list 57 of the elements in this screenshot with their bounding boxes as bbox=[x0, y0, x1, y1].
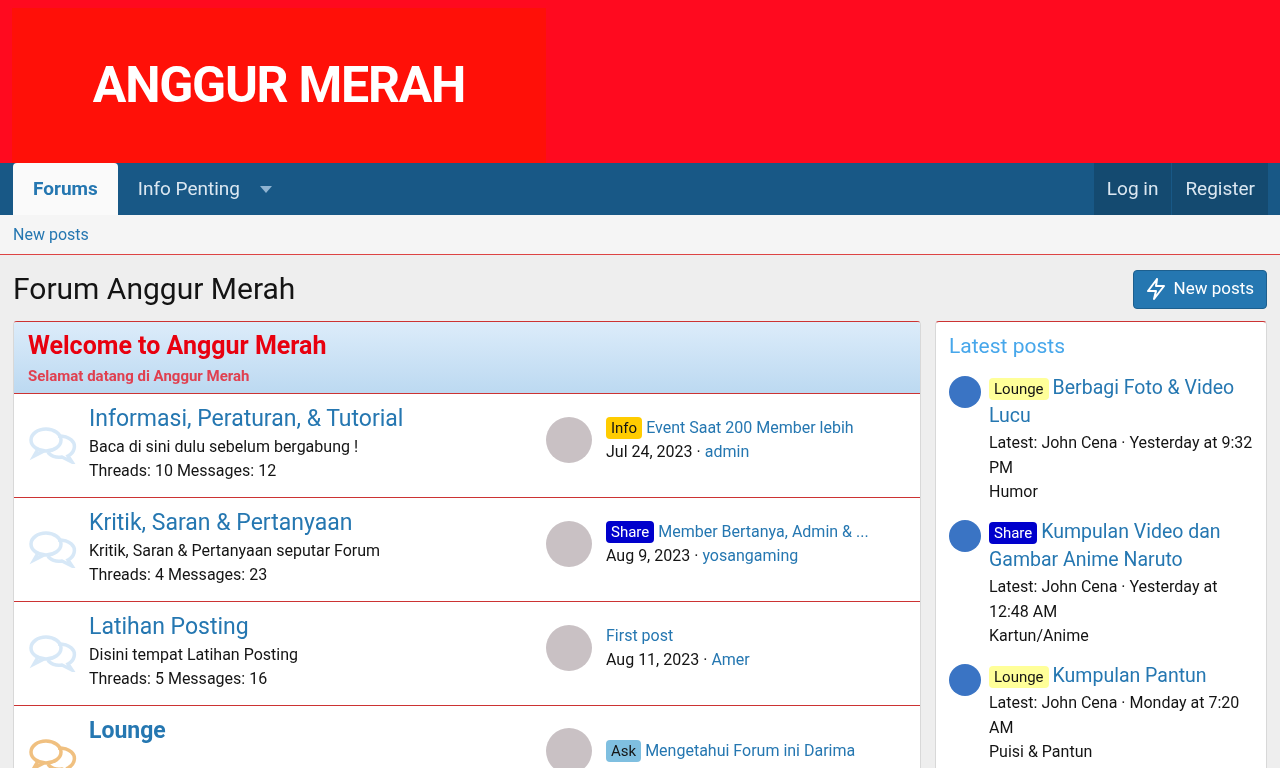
new-posts-link[interactable]: New posts bbox=[13, 222, 89, 247]
post-meta: Latest: John Cena · Yesterday at 12:48 AM bbox=[989, 576, 1219, 623]
latest-posts-title[interactable]: Latest posts bbox=[949, 332, 1253, 360]
new-posts-button[interactable]: New posts bbox=[1132, 269, 1267, 309]
thread-link[interactable]: Event Saat 200 Member lebih bbox=[646, 418, 854, 437]
forum-description: Kritik, Saran & Pertanyaan seputar Forum bbox=[89, 540, 382, 562]
prefix-tag: Ask bbox=[606, 740, 642, 762]
prefix-tag: Info bbox=[606, 417, 643, 439]
user-link[interactable]: yosangaming bbox=[702, 546, 799, 565]
forum-name[interactable]: Puisi & Pantun bbox=[989, 740, 1253, 764]
forum-stats: Threads: 10 Messages: 12 bbox=[89, 460, 278, 482]
prefix-tag: Lounge bbox=[989, 666, 1049, 688]
forum-description: Disini tempat Latihan Posting bbox=[89, 644, 299, 666]
nav-tab[interactable]: Info Penting bbox=[117, 163, 293, 215]
forum-title[interactable]: Kritik, Saran & Pertanyaan bbox=[89, 508, 546, 538]
chat-bubbles-icon bbox=[28, 632, 78, 672]
separator-dot: · bbox=[703, 650, 708, 669]
thread-link[interactable]: First post bbox=[606, 626, 674, 645]
separator-dot: · bbox=[694, 546, 699, 565]
login-link[interactable]: Log in bbox=[1092, 163, 1172, 215]
prefix-tag: Share bbox=[989, 522, 1038, 544]
separator-dot: · bbox=[696, 442, 701, 461]
post-meta: Latest: John Cena · Monday at 7:20 AM bbox=[989, 692, 1241, 739]
avatar-image[interactable] bbox=[949, 520, 981, 552]
category-title[interactable]: Welcome to Anggur Merah bbox=[28, 330, 906, 362]
post-date: Aug 11, 2023 bbox=[606, 650, 700, 669]
prefix-tag: Share bbox=[606, 521, 655, 543]
chat-bubbles-icon bbox=[28, 424, 78, 464]
unread-chat-bubbles-icon bbox=[28, 736, 78, 768]
logo[interactable]: ANGGUR MERAH bbox=[12, 8, 546, 163]
forum-stats: Threads: 5 Messages: 16 bbox=[89, 668, 269, 690]
post-meta: Latest: John Cena · Yesterday at 9:32 PM bbox=[989, 432, 1253, 479]
post-date: Jul 24, 2023 bbox=[606, 442, 693, 461]
thread-link[interactable]: Share Kumpulan Video dan Gambar Anime Naruto bbox=[989, 518, 1253, 574]
nav-tab[interactable]: Forums bbox=[13, 163, 118, 215]
lightning-icon bbox=[1145, 278, 1166, 300]
forum-title[interactable]: Informasi, Peraturan, & Tutorial bbox=[89, 404, 546, 434]
forum-title[interactable]: Latihan Posting bbox=[89, 612, 546, 642]
forum-name[interactable]: Humor bbox=[989, 480, 1253, 504]
thread-link[interactable]: Mengetahui Forum ini Darima bbox=[645, 741, 856, 760]
user-link[interactable]: admin bbox=[704, 442, 750, 461]
thread-link[interactable]: Member Bertanya, Admin & ... bbox=[658, 522, 869, 541]
forum-title[interactable]: Lounge bbox=[89, 716, 546, 746]
thread-link[interactable]: Lounge Kumpulan Pantun bbox=[989, 662, 1253, 690]
chat-bubbles-icon bbox=[28, 528, 78, 568]
forum-description: Baca di sini dulu sebelum bergabung ! bbox=[89, 436, 360, 458]
avatar-image[interactable] bbox=[949, 664, 981, 696]
user-link[interactable]: Amer bbox=[711, 650, 750, 669]
forum-name[interactable]: Kartun/Anime bbox=[989, 624, 1253, 648]
page-title: Forum Anggur Merah bbox=[13, 270, 296, 308]
thread-link[interactable]: Lounge Berbagi Foto & Video Lucu bbox=[989, 374, 1253, 430]
category-subtitle: Selamat datang di Anggur Merah bbox=[28, 366, 251, 387]
forum-stats: Threads: 4 Messages: 23 bbox=[89, 564, 269, 586]
prefix-tag: Lounge bbox=[989, 378, 1049, 400]
register-link[interactable]: Register bbox=[1171, 163, 1268, 215]
post-date: Aug 9, 2023 bbox=[606, 546, 691, 565]
avatar-image[interactable] bbox=[949, 376, 981, 408]
